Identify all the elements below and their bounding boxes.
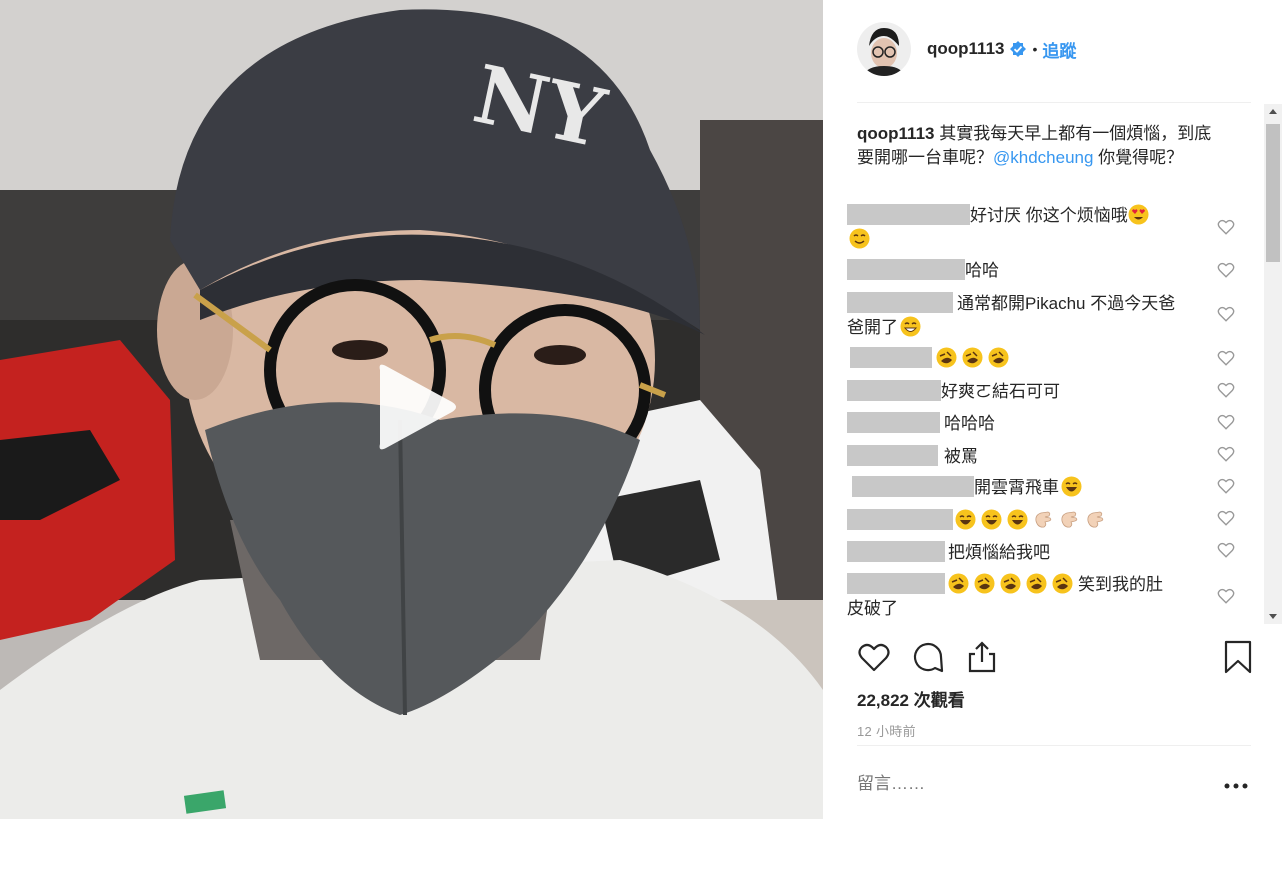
author-username[interactable]: qoop1113 xyxy=(927,39,1004,59)
rofl-emoji-icon xyxy=(988,347,1009,368)
header-divider xyxy=(857,102,1251,103)
rofl-emoji-icon xyxy=(1026,573,1047,594)
like-comment-heart-icon[interactable] xyxy=(1217,349,1235,367)
comment-item: 通常都開Pikachu 不過今天爸爸開了 xyxy=(847,292,1187,340)
like-comment-heart-icon[interactable] xyxy=(1217,477,1235,495)
laugh-emoji-icon xyxy=(1007,509,1028,530)
post-side-panel: qoop1113 • 追蹤 qoop1113 其實我每天早上都有一個煩惱，到底要… xyxy=(823,0,1283,819)
comment-item: 把煩惱給我吧 xyxy=(847,541,1237,565)
comment-item xyxy=(847,509,1237,533)
caption-username[interactable]: qoop1113 xyxy=(857,124,934,143)
caption-mention[interactable]: @khdcheung xyxy=(993,148,1093,167)
view-count: 22,822 次觀看 xyxy=(857,691,965,710)
redacted-username xyxy=(847,292,953,313)
like-comment-heart-icon[interactable] xyxy=(1217,509,1235,527)
like-comment-heart-icon[interactable] xyxy=(1217,587,1235,605)
avatar-image xyxy=(857,22,911,76)
like-comment-heart-icon[interactable] xyxy=(1217,541,1235,559)
like-comment-heart-icon[interactable] xyxy=(1217,305,1235,323)
comment-text: 把煩惱給我吧 xyxy=(948,543,1050,562)
comments-list[interactable]: qoop1113 其實我每天早上都有一個煩惱，到底要開哪一台車呢？@khdche… xyxy=(847,108,1265,624)
rofl-emoji-icon xyxy=(1000,573,1021,594)
redacted-username xyxy=(847,445,938,466)
bookmark-icon[interactable] xyxy=(1221,640,1255,674)
follow-button[interactable]: 追蹤 xyxy=(1042,37,1076,62)
caption-text-end: 你覺得呢？ xyxy=(1093,148,1184,167)
comment-text: 哈哈 xyxy=(965,261,999,280)
comment-text: 好爽ㄛ結石可可 xyxy=(941,382,1060,401)
like-comment-heart-icon[interactable] xyxy=(1217,381,1235,399)
scroll-up-arrow-icon[interactable] xyxy=(1264,104,1282,120)
laugh-emoji-icon xyxy=(1061,476,1082,497)
verified-badge-icon xyxy=(1010,41,1027,57)
post-caption: qoop1113 其實我每天早上都有一個煩惱，到底要開哪一台車呢？@khdche… xyxy=(857,122,1227,170)
rofl-emoji-icon xyxy=(948,573,969,594)
smile-emoji-icon xyxy=(849,228,870,249)
clap-emoji-icon xyxy=(1087,511,1104,528)
comment-item: 好讨厌 你这个烦恼哦 xyxy=(847,204,1237,252)
comment-item xyxy=(847,347,1237,371)
footer-divider xyxy=(857,745,1251,746)
clap-emoji-icon xyxy=(1061,511,1078,528)
redacted-username xyxy=(847,509,953,530)
rofl-emoji-icon xyxy=(936,347,957,368)
redacted-username xyxy=(852,476,974,497)
post-timestamp[interactable]: 12 小時前 xyxy=(857,721,916,740)
comment-text: 被罵 xyxy=(944,447,978,466)
redacted-username xyxy=(847,573,945,594)
more-options-icon[interactable] xyxy=(1223,776,1249,796)
comment-input[interactable] xyxy=(857,774,1187,794)
comment-icon[interactable] xyxy=(911,640,945,674)
rofl-emoji-icon xyxy=(962,347,983,368)
comments-scrollbar[interactable] xyxy=(1264,104,1282,624)
post-actions-bar xyxy=(857,640,1252,676)
laugh-emoji-icon xyxy=(955,509,976,530)
scroll-down-arrow-icon[interactable] xyxy=(1264,608,1282,624)
post-header: qoop1113 • 追蹤 xyxy=(857,20,1251,78)
like-comment-heart-icon[interactable] xyxy=(1217,413,1235,431)
post-video[interactable]: NY xyxy=(0,0,823,819)
comment-text: 哈哈哈 xyxy=(944,414,995,433)
rofl-emoji-icon xyxy=(974,573,995,594)
play-icon[interactable] xyxy=(372,362,458,452)
redacted-username xyxy=(847,412,940,433)
avatar[interactable] xyxy=(857,22,911,76)
like-heart-icon[interactable] xyxy=(857,640,891,674)
laugh-emoji-icon xyxy=(981,509,1002,530)
separator-dot: • xyxy=(1032,41,1038,57)
redacted-username xyxy=(847,541,945,562)
comment-item: 好爽ㄛ結石可可 xyxy=(847,380,1237,404)
scrollbar-thumb[interactable] xyxy=(1266,124,1280,262)
rofl-emoji-icon xyxy=(1052,573,1073,594)
comment-text: 好讨厌 你这个烦恼哦 xyxy=(970,206,1128,225)
share-icon[interactable] xyxy=(965,640,999,674)
comment-item: 哈哈哈 xyxy=(847,412,1237,436)
comment-item: 哈哈 xyxy=(847,259,1237,283)
redacted-username xyxy=(850,347,932,368)
redacted-username xyxy=(847,204,970,225)
like-comment-heart-icon[interactable] xyxy=(1217,445,1235,463)
comment-item: 笑到我的肚皮破了 xyxy=(847,573,1177,621)
comment-item: 被罵 xyxy=(847,445,1237,469)
like-comment-heart-icon[interactable] xyxy=(1217,261,1235,279)
comment-text: 開雲霄飛車 xyxy=(974,478,1059,497)
heart-eyes-emoji-icon xyxy=(1128,204,1149,225)
grin-emoji-icon xyxy=(900,316,921,337)
redacted-username xyxy=(847,259,965,280)
clap-emoji-icon xyxy=(1035,511,1052,528)
like-comment-heart-icon[interactable] xyxy=(1217,218,1235,236)
redacted-username xyxy=(847,380,941,401)
comment-item: 開雲霄飛車 xyxy=(847,476,1237,500)
